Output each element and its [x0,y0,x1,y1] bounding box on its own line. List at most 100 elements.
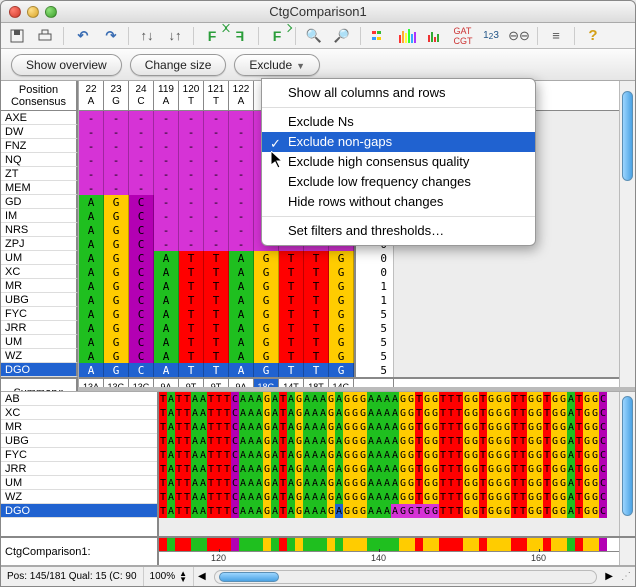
grid-cell[interactable]: C [129,265,154,279]
row-label[interactable]: WZ [1,349,78,363]
grid-cell[interactable]: C [129,237,154,251]
grid-cell[interactable]: - [154,125,179,139]
grid-cell[interactable]: G [254,321,279,335]
row-label[interactable]: UM [1,335,78,349]
grid-cell[interactable]: - [229,153,254,167]
grid-row[interactable]: AGCATTAGTTG0 [79,265,619,279]
grid-cell[interactable]: - [154,195,179,209]
grid-cell[interactable]: A [229,335,254,349]
grid-cell[interactable]: C [129,279,154,293]
column-header[interactable]: 22A [79,81,104,110]
column-header[interactable]: 122A [229,81,254,110]
grid-cell[interactable]: G [329,349,354,363]
grid-cell[interactable]: A [229,279,254,293]
grid-cell[interactable]: - [154,139,179,153]
grid-row[interactable]: AGCATTAGTTG5 [79,349,619,363]
row-label[interactable]: NQ [1,153,78,167]
grid-cell[interactable]: T [204,321,229,335]
zoom-control[interactable]: 100% ▲▼ [144,567,195,586]
grid-cell[interactable]: G [104,293,129,307]
grid-cell[interactable]: G [104,265,129,279]
grid-cell[interactable]: - [79,125,104,139]
menu-exclude-low-freq[interactable]: Exclude low frequency changes [262,172,535,192]
row-label[interactable]: IM [1,209,78,223]
grid-cell[interactable]: T [304,335,329,349]
grid-cell[interactable]: G [254,363,279,377]
sequence-row[interactable]: TATTAATTTCAAAGATAGAAAGAGGGAAAAGGTGGTTTGG… [159,448,619,462]
grid-cell[interactable]: - [154,111,179,125]
grid-cell[interactable]: A [79,349,104,363]
grid-cell[interactable]: A [154,307,179,321]
sequence-row[interactable]: TATTAATTTCAAAGATAGAAAGAGGGAAAAGGTGGTTTGG… [159,462,619,476]
vertical-scrollbar[interactable] [619,81,635,387]
histogram-icon[interactable] [425,26,445,46]
sequence-row[interactable]: TATTAATTTCAAAGATAGAAAGAGGGAAAAGGTGGTTTGG… [159,392,619,406]
grid-cell[interactable]: C [129,251,154,265]
grid-cell[interactable]: - [179,125,204,139]
grid-cell[interactable]: G [104,251,129,265]
grid-cell[interactable]: G [329,251,354,265]
column-header[interactable]: 24C [129,81,154,110]
grid-cell[interactable]: - [229,195,254,209]
scroll-right-icon[interactable]: ▶ [601,571,617,582]
grid-cell[interactable]: T [279,335,304,349]
grid-cell[interactable]: - [179,209,204,223]
lower-row-label[interactable]: UM [1,476,157,490]
scrollbar-thumb[interactable] [622,91,633,181]
grid-cell[interactable]: C [129,363,154,377]
scrollbar-thumb[interactable] [622,396,633,516]
grid-cell[interactable]: T [304,349,329,363]
row-label[interactable]: NRS [1,223,78,237]
grid-cell[interactable]: A [79,237,104,251]
grid-cell[interactable]: - [79,111,104,125]
grid-cell[interactable]: T [279,293,304,307]
grid-cell[interactable]: T [204,335,229,349]
grid-cell[interactable]: - [179,237,204,251]
grid-cell[interactable]: A [154,321,179,335]
grid-cell[interactable]: C [129,209,154,223]
sequence-row[interactable]: TATTAATTTCAAAGATAGAAAGAGGGAAAAGGTGGTTTGG… [159,476,619,490]
grid-cell[interactable]: C [129,321,154,335]
row-label[interactable]: DW [1,125,78,139]
grid-cell[interactable]: G [104,349,129,363]
grid-cell[interactable]: - [229,209,254,223]
menu-exclude-non-gaps[interactable]: ✓Exclude non-gaps [262,132,535,152]
row-label[interactable]: XC [1,265,78,279]
row-label[interactable]: FNZ [1,139,78,153]
grid-cell[interactable]: G [329,307,354,321]
grid-cell[interactable]: T [279,279,304,293]
grid-cell[interactable]: - [179,139,204,153]
grid-cell[interactable]: - [79,139,104,153]
grid-cell[interactable]: - [204,153,229,167]
grid-cell[interactable]: - [204,181,229,195]
grid-cell[interactable]: - [204,167,229,181]
sequence-row[interactable]: TATTAATTTCAAAGATAGAAAGAGGGAAAAGGTGGTTTGG… [159,420,619,434]
grid-cell[interactable]: C [129,307,154,321]
grid-cell[interactable]: - [204,125,229,139]
grid-cell[interactable]: T [279,321,304,335]
grid-cell[interactable]: G [104,307,129,321]
grid-cell[interactable]: G [329,321,354,335]
grid-cell[interactable]: T [279,307,304,321]
lower-row-label[interactable]: MR [1,420,157,434]
redo-icon[interactable]: ↷ [100,26,120,46]
grid-cell[interactable]: - [79,153,104,167]
menu-icon[interactable]: ≡ [546,26,566,46]
menu-hide-rows[interactable]: Hide rows without changes [262,192,535,212]
grid-cell[interactable]: - [154,237,179,251]
grid-cell[interactable]: A [154,335,179,349]
grid-cell[interactable]: - [129,181,154,195]
sequence-track[interactable]: TATTAATTTCAAAGATAGAAAGAGGGAAAAGGTGGTTTGG… [159,392,619,536]
grid-row[interactable]: AGCATTAGTTG1 [79,279,619,293]
grid-cell[interactable]: - [154,181,179,195]
grid-cell[interactable]: - [104,111,129,125]
grid-row[interactable]: AGCATTAGTTG5 [79,335,619,349]
rainbow-icon[interactable] [397,26,417,46]
lower-row-label[interactable]: DGO [1,504,157,518]
change-size-button[interactable]: Change size [130,54,227,76]
lower-row-label[interactable]: UBG [1,434,157,448]
grid-cell[interactable]: T [204,265,229,279]
grid-cell[interactable]: G [254,293,279,307]
sequence-row[interactable]: TATTAATTTCAAAGATAGAAAGAGGGAAAAGGTGGTTTGG… [159,504,619,518]
lower-row-label[interactable]: FYC [1,448,157,462]
